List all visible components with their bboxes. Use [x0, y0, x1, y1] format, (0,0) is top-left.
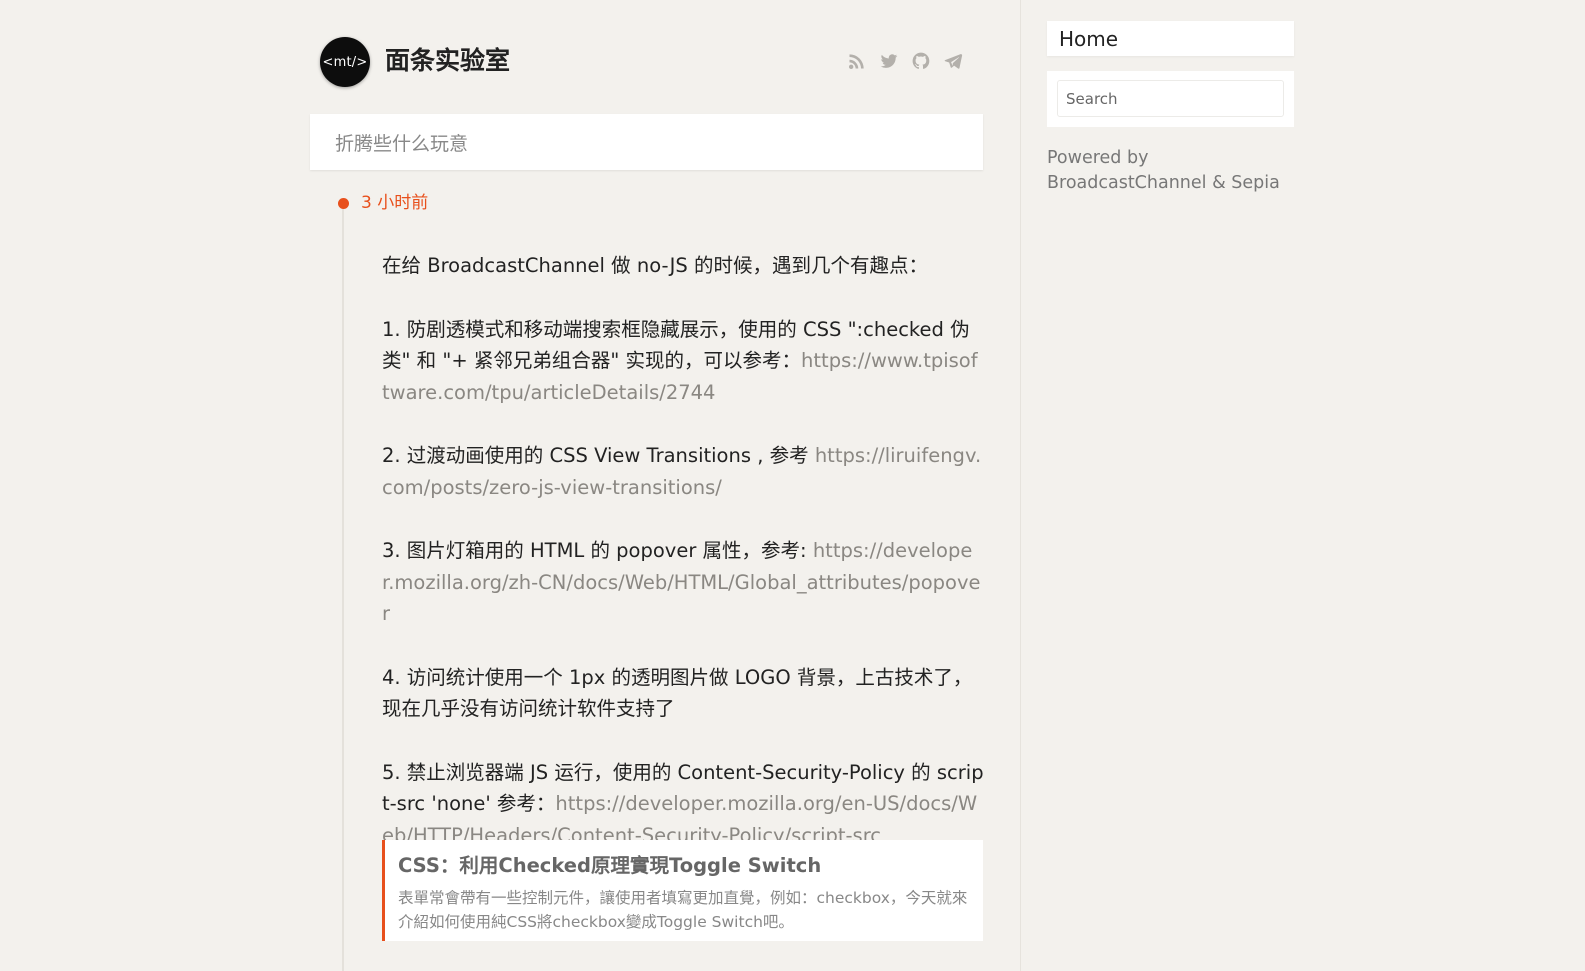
post-item-text: 3. 图片灯箱用的 HTML 的 popover 属性，参考:: [382, 539, 813, 562]
post-item: 4. 访问统计使用一个 1px 的透明图片做 LOGO 背景，上古技术了，现在几…: [382, 662, 984, 725]
twitter-icon[interactable]: [878, 50, 900, 72]
link-preview-description: 表單常會帶有一些控制元件，讓使用者填寫更加直覺，例如：checkbox，今天就來…: [398, 889, 968, 931]
timeline-line: [342, 205, 344, 971]
tagline-box: 折腾些什么玩意: [310, 114, 983, 170]
link-preview-card[interactable]: CSS：利用Checked原理實現Toggle Switch 表單常會帶有一些控…: [382, 840, 983, 941]
tagline: 折腾些什么玩意: [335, 132, 469, 155]
timeline-dot: [338, 198, 349, 209]
link-preview-title: CSS：利用Checked原理實現Toggle Switch: [398, 854, 822, 877]
powered-by: Powered by BroadcastChannel & Sepia: [1047, 146, 1307, 196]
powered-by-label: Powered by: [1047, 148, 1149, 168]
post-item: 2. 过渡动画使用的 CSS View Transitions , 参考 htt…: [382, 440, 984, 503]
nav-home-link[interactable]: Home: [1047, 21, 1294, 56]
sidebar-search: [1047, 71, 1294, 127]
site-title[interactable]: 面条实验室: [385, 44, 510, 78]
post-item: 1. 防剧透模式和移动端搜索框隐藏展示，使用的 CSS ":checked 伪类…: [382, 314, 984, 409]
github-icon[interactable]: [910, 50, 932, 72]
powered-by-link[interactable]: BroadcastChannel & Sepia: [1047, 173, 1280, 193]
post-item-text: 2. 过渡动画使用的 CSS View Transitions , 参考: [382, 444, 815, 467]
telegram-icon[interactable]: [942, 50, 964, 72]
post-intro: 在给 BroadcastChannel 做 no-JS 的时候，遇到几个有趣点：: [382, 254, 928, 277]
social-links: [846, 50, 964, 72]
site-logo[interactable]: <mt/>: [320, 37, 370, 87]
post-item: 3. 图片灯箱用的 HTML 的 popover 属性，参考: https://…: [382, 535, 984, 630]
search-input[interactable]: [1057, 80, 1284, 117]
post-item-text: 4. 访问统计使用一个 1px 的透明图片做 LOGO 背景，上古技术了，现在几…: [382, 665, 973, 721]
post-timestamp[interactable]: 3 小时前: [361, 191, 428, 215]
rss-icon[interactable]: [846, 50, 868, 72]
post-item: 5. 禁止浏览器端 JS 运行，使用的 Content-Security-Pol…: [382, 757, 984, 852]
post-content: 在给 BroadcastChannel 做 no-JS 的时候，遇到几个有趣点：…: [382, 250, 984, 883]
page: <mt/> 面条实验室 折腾些什么玩意 3 小时前 在给 BroadcastCh…: [0, 0, 1585, 971]
sidebar-divider: [1020, 0, 1021, 971]
